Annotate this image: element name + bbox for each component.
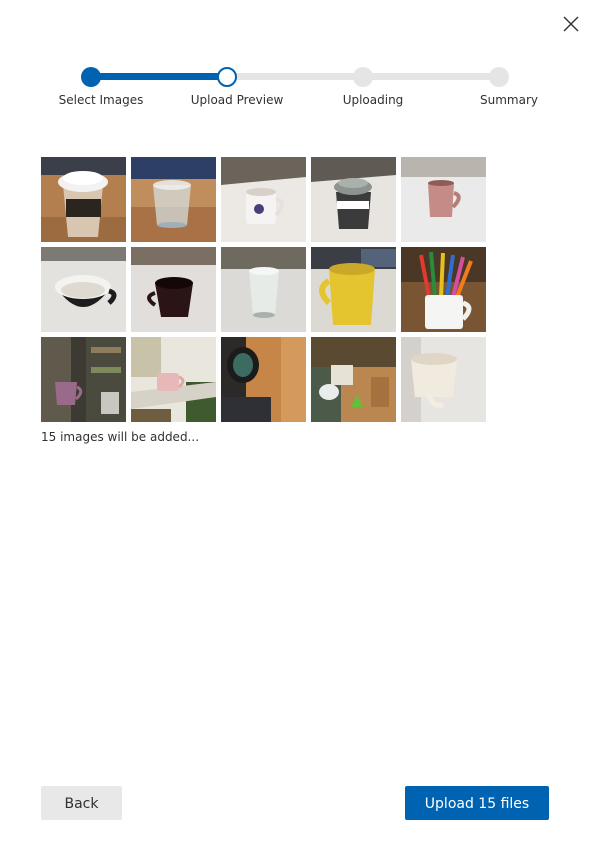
glass-photo <box>131 157 216 242</box>
travel-mug-photo <box>311 157 396 242</box>
white-mug-photo <box>401 337 486 422</box>
black-cup-photo <box>221 337 306 422</box>
yellow-mug-photo <box>311 247 396 332</box>
hanging-mug-photo <box>41 337 126 422</box>
image-thumbnail <box>221 157 306 242</box>
image-count-text: 15 images will be added... <box>41 430 200 444</box>
black-white-cup-photo <box>41 247 126 332</box>
image-thumbnail <box>311 247 396 332</box>
step-dot-summary <box>489 67 509 87</box>
stepper-track-complete <box>91 73 227 80</box>
image-thumbnail <box>131 157 216 242</box>
image-thumbnail <box>41 157 126 242</box>
dark-red-cup-photo <box>131 247 216 332</box>
image-preview-grid <box>41 157 486 422</box>
paper-coffee-cup-photo <box>41 157 126 242</box>
image-thumbnail <box>131 337 216 422</box>
image-thumbnail <box>401 157 486 242</box>
white-mug-photo <box>221 157 306 242</box>
image-thumbnail <box>41 337 126 422</box>
image-thumbnail <box>401 337 486 422</box>
image-thumbnail <box>221 337 306 422</box>
image-thumbnail <box>221 247 306 332</box>
image-thumbnail <box>41 247 126 332</box>
pink-cup-on-shelf-photo <box>131 337 216 422</box>
step-label-upload-preview: Upload Preview <box>190 93 284 107</box>
step-dot-select-images <box>81 67 101 87</box>
image-thumbnail <box>311 337 396 422</box>
glass-photo <box>221 247 306 332</box>
cups-on-table-photo <box>311 337 396 422</box>
step-label-summary: Summary <box>480 93 538 107</box>
step-dot-upload-preview <box>217 67 237 87</box>
back-button[interactable]: Back <box>41 786 122 820</box>
image-thumbnail <box>131 247 216 332</box>
pencil-mug-photo <box>401 247 486 332</box>
image-thumbnail <box>401 247 486 332</box>
step-dot-uploading <box>353 67 373 87</box>
upload-stepper: Select Images Upload Preview Uploading S… <box>0 0 592 120</box>
step-label-select-images: Select Images <box>58 93 144 107</box>
upload-files-button[interactable]: Upload 15 files <box>405 786 549 820</box>
pink-mug-photo <box>401 157 486 242</box>
image-thumbnail <box>311 157 396 242</box>
step-label-uploading: Uploading <box>342 93 404 107</box>
